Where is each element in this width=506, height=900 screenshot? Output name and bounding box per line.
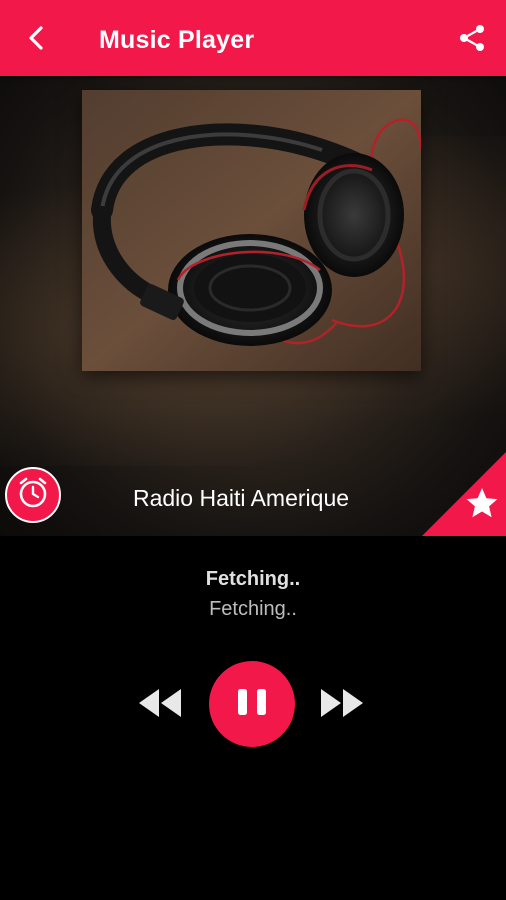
rewind-button[interactable]: [136, 685, 184, 725]
music-player-screen: Music Player Radio Haiti Amerique Fetchi…: [0, 0, 506, 900]
pause-icon: [235, 687, 269, 722]
now-playing-title: Fetching..: [205, 568, 301, 590]
pause-button[interactable]: [209, 661, 295, 747]
now-playing-subtitle: Fetching..: [209, 598, 297, 620]
station-name: Radio Haiti Amerique: [132, 485, 350, 511]
page-title: Music Player: [99, 26, 255, 54]
fast-rewind-icon: [137, 687, 183, 724]
fast-forward-icon: [319, 687, 365, 724]
forward-button[interactable]: [318, 685, 366, 725]
app-bar: Music Player: [0, 0, 506, 76]
arrow-back-icon: [27, 25, 45, 56]
favorite-button[interactable]: [422, 452, 506, 536]
headphones-image: [82, 90, 421, 371]
share-button[interactable]: [454, 22, 490, 58]
back-button[interactable]: [18, 22, 54, 58]
artwork-area: Radio Haiti Amerique: [0, 76, 506, 536]
share-icon: [457, 23, 487, 58]
